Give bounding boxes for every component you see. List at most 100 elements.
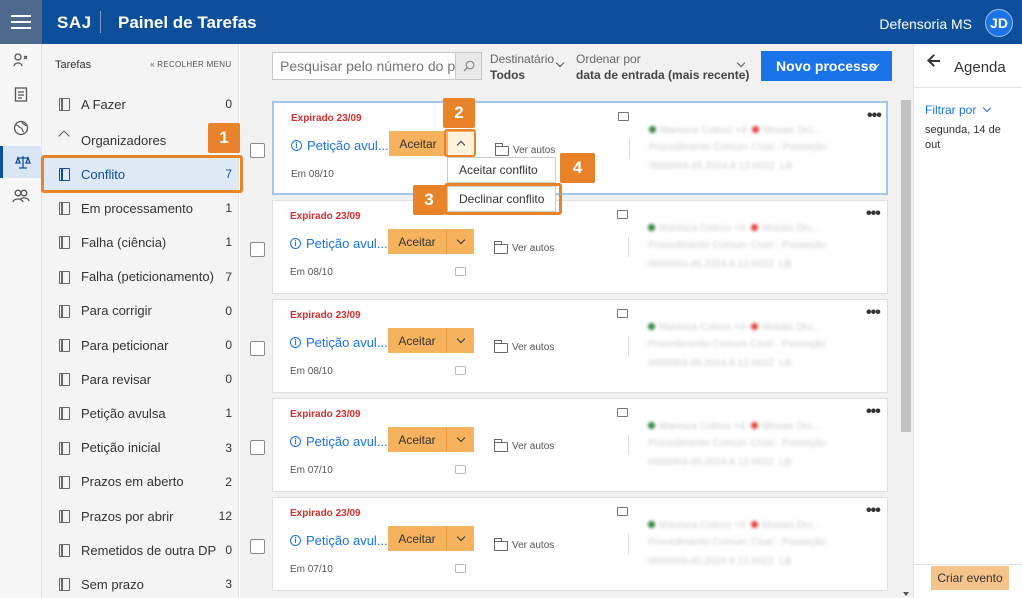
card-checkbox[interactable] <box>250 539 265 554</box>
accept-button[interactable]: Aceitar <box>388 235 446 249</box>
task-card[interactable]: Expirado 23/09 ••• i Petição avul... Aceitar… <box>272 398 888 492</box>
sidebar-item-prazos-por-abrir[interactable]: Prazos por abrir 12 <box>42 499 238 533</box>
notification-icon[interactable] <box>617 210 628 219</box>
accept-button[interactable]: Aceitar <box>388 532 446 546</box>
sidebar-item-count: 0 <box>225 372 232 387</box>
hamburger-menu-button[interactable] <box>0 0 42 44</box>
scroll-down-arrow[interactable] <box>903 592 909 596</box>
card-checkbox[interactable] <box>250 341 265 356</box>
sidebar-item-remetidos-de-outra-dp[interactable]: Remetidos de outra DP 0 <box>42 533 238 567</box>
accept-button[interactable]: Aceitar <box>389 137 447 151</box>
task-card[interactable]: Expirado 23/09 ••• i Petição avul... Aceitar… <box>272 200 888 294</box>
chevron-down-icon <box>736 58 746 68</box>
sidebar-item-petição-inicial[interactable]: Petição inicial 3 <box>42 431 238 465</box>
notification-icon[interactable] <box>617 507 628 516</box>
more-options-icon[interactable]: ••• <box>866 205 881 223</box>
task-title-link[interactable]: i Petição avul... <box>290 533 388 548</box>
sidebar-item-petição-avulsa[interactable]: Petição avulsa 1 <box>42 396 238 430</box>
agenda-panel: Agenda Filtrar por segunda, 14 de out Cr… <box>913 44 1022 598</box>
accept-dropdown-toggle[interactable] <box>446 229 474 254</box>
notification-icon[interactable] <box>617 309 628 318</box>
sidebar-item-para-revisar[interactable]: Para revisar 0 <box>42 362 238 396</box>
comment-icon[interactable] <box>455 267 466 276</box>
task-card[interactable]: Expirado 23/09 ••• i Petição avul... Aceitar… <box>272 299 888 393</box>
accept-button[interactable]: Aceitar <box>388 433 446 447</box>
sidebar-item-em-processamento[interactable]: Em processamento 1 <box>42 191 238 225</box>
sidebar-item-count: 3 <box>225 577 232 592</box>
accept-dropdown-toggle[interactable] <box>446 427 474 452</box>
search-button[interactable] <box>455 53 481 79</box>
more-options-icon[interactable]: ••• <box>866 304 881 322</box>
task-title-link[interactable]: i Petição avul... <box>290 434 388 449</box>
accept-conflict-option[interactable]: Aceitar conflito <box>447 157 556 183</box>
expired-label: Expirado 23/09 <box>291 113 362 124</box>
task-title-link[interactable]: i Petição avul... <box>290 236 388 251</box>
sidebar-item-sem-prazo[interactable]: Sem prazo 3 <box>42 567 238 598</box>
collapse-menu-button[interactable]: « RECOLHER MENU <box>150 60 231 69</box>
scrollbar-thumb[interactable] <box>901 100 911 432</box>
new-process-button[interactable]: Novo processo <box>761 51 892 81</box>
more-options-icon[interactable]: ••• <box>867 107 882 125</box>
view-records-label: Ver autos <box>512 441 555 452</box>
comment-icon[interactable] <box>455 465 466 474</box>
sidebar-item-falha-peticionamento[interactable]: Falha (peticionamento) 7 <box>42 260 238 294</box>
rail-group-icon[interactable] <box>0 180 42 212</box>
callout-2: 2 <box>443 98 475 128</box>
comment-icon[interactable] <box>455 564 466 573</box>
bookmark-icon <box>59 475 70 489</box>
search-box <box>272 52 482 80</box>
view-records-link[interactable]: Ver autos <box>494 339 554 353</box>
card-checkbox[interactable] <box>250 440 265 455</box>
notification-icon[interactable] <box>618 112 629 121</box>
rail-globe-icon[interactable] <box>0 112 42 144</box>
view-records-link[interactable]: Ver autos <box>495 142 555 156</box>
task-title: Petição avul... <box>307 138 389 153</box>
blurred-number: 0000003-45.2024.8.12.0022 <box>648 556 774 567</box>
card-checkbox[interactable] <box>250 242 265 257</box>
rail-people-icon[interactable] <box>0 44 42 76</box>
agenda-filter-button[interactable]: Filtrar por <box>925 103 992 117</box>
sidebar-item-label: Para peticionar <box>81 337 169 353</box>
blurred-procedure: Procedimento Comum Cível - Posseção <box>648 339 826 350</box>
view-records-link[interactable]: Ver autos <box>494 438 555 452</box>
scrollbar[interactable] <box>899 92 913 598</box>
accept-button[interactable]: Aceitar <box>388 334 446 348</box>
blurred-process-number: 0000003-45.2024.8.12.0022 LB <box>648 457 791 468</box>
agenda-title: Agenda <box>954 59 1006 76</box>
create-event-button[interactable]: Criar evento <box>931 566 1009 590</box>
chevron-down-icon <box>555 58 565 68</box>
rail-clipboard-icon[interactable] <box>0 78 42 110</box>
recipient-filter[interactable]: Destinatário Todos <box>490 52 565 82</box>
sidebar-item-label: Sem prazo <box>81 576 144 592</box>
divider <box>628 534 629 554</box>
more-options-icon[interactable]: ••• <box>866 403 881 421</box>
accept-dropdown-toggle[interactable] <box>446 526 474 551</box>
blurred-tag: LB <box>780 161 793 172</box>
sidebar-item-prazos-em-aberto[interactable]: Prazos em aberto 2 <box>42 465 238 499</box>
accept-dropdown-toggle[interactable] <box>446 328 474 353</box>
card-checkbox[interactable] <box>250 143 265 158</box>
back-arrow-icon[interactable] <box>929 60 940 62</box>
rail-scales-icon[interactable] <box>0 146 42 178</box>
more-options-icon[interactable]: ••• <box>866 502 881 520</box>
sidebar-item-para-corrigir[interactable]: Para corrigir 0 <box>42 294 238 328</box>
sort-filter[interactable]: Ordenar por data de entrada (mais recent… <box>576 52 750 82</box>
user-avatar[interactable]: JD <box>985 9 1013 37</box>
sidebar-item-falha-ciência[interactable]: Falha (ciência) 1 <box>42 225 238 259</box>
info-icon: i <box>290 436 301 447</box>
blurred-party-b: Mosais Dru... <box>762 223 821 234</box>
task-title-link[interactable]: i Petição avul... <box>291 138 389 153</box>
received-date: Em 07/10 <box>290 465 333 476</box>
search-input[interactable] <box>273 53 455 79</box>
icon-rail <box>0 44 42 598</box>
comment-icon[interactable] <box>455 366 466 375</box>
task-card[interactable]: Expirado 23/09 ••• i Petição avul... Aceitar… <box>272 497 888 591</box>
task-title-link[interactable]: i Petição avul... <box>290 335 388 350</box>
sidebar-item-para-peticionar[interactable]: Para peticionar 0 <box>42 328 238 362</box>
notification-icon[interactable] <box>617 408 628 417</box>
sort-value: data de entrada (mais recente) <box>576 68 750 82</box>
view-records-link[interactable]: Ver autos <box>494 537 554 551</box>
sidebar-item-a-fazer[interactable]: A Fazer 0 <box>42 87 238 121</box>
highlight-decline-option <box>444 183 562 215</box>
view-records-link[interactable]: Ver autos <box>494 240 554 254</box>
